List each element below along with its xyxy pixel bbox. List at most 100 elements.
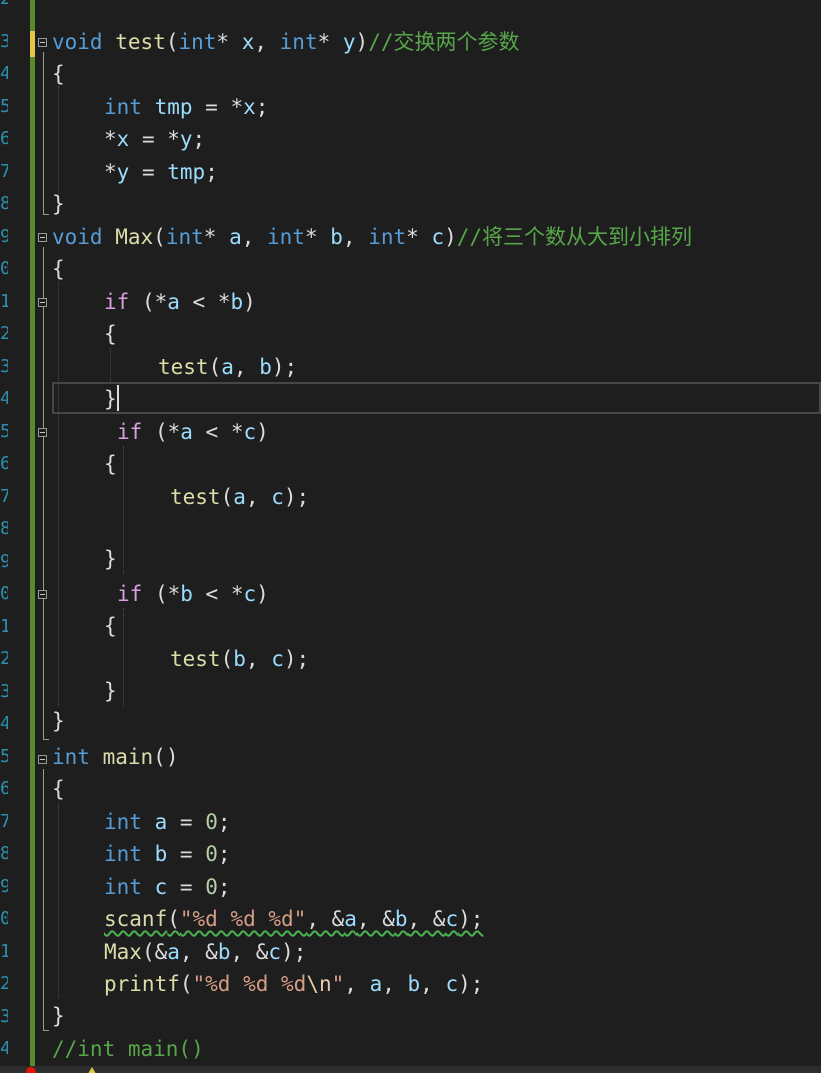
code-line-22[interactable]: test(b, c); <box>170 645 309 673</box>
code-line-15[interactable]: if (*a < *c) <box>117 418 269 446</box>
code-token: * <box>304 225 331 249</box>
fold-collapse-icon[interactable] <box>38 233 47 242</box>
code-token: , <box>420 972 446 996</box>
code-line-26[interactable]: { <box>52 775 65 803</box>
code-token: c <box>445 907 459 931</box>
code-line-9[interactable]: void Max(int* a, int* b, int* c)//将三个数从大… <box>52 223 692 251</box>
code-token: int <box>267 225 305 249</box>
code-token: , <box>233 355 260 379</box>
code-line-32[interactable]: printf("%d %d %d\n", a, b, c); <box>104 970 483 998</box>
warning-squiggle[interactable]: scanf("%d %d %d", &a, &b, &c); <box>104 907 483 931</box>
code-line-31[interactable]: Max(&a, &b, &c); <box>104 938 306 966</box>
code-token: , <box>344 972 370 996</box>
code-line-3[interactable]: void test(int* x, int* y)//交换两个参数 <box>52 28 520 56</box>
code-token: //交换两个参数 <box>368 30 520 54</box>
code-line-20[interactable]: if (*b < *c) <box>117 580 269 608</box>
code-token: a <box>180 420 193 444</box>
error-icon[interactable] <box>26 1067 36 1073</box>
code-token: { <box>52 777 65 801</box>
code-line-25[interactable]: int main() <box>52 743 178 771</box>
fold-collapse-icon[interactable] <box>38 428 47 437</box>
code-token: (* <box>142 582 181 606</box>
fold-collapse-icon[interactable] <box>38 590 47 599</box>
code-token: * <box>317 30 343 54</box>
code-line-24[interactable]: } <box>52 707 65 735</box>
code-token: b <box>217 940 231 964</box>
code-token: * <box>104 127 117 151</box>
code-line-33[interactable]: } <box>52 1002 65 1030</box>
code-line-34[interactable]: //int main() <box>52 1035 204 1063</box>
fold-collapse-icon[interactable] <box>38 755 47 764</box>
code-line-16[interactable]: { <box>104 450 117 478</box>
code-token: c <box>243 420 257 444</box>
code-line-21[interactable]: { <box>104 612 117 640</box>
fold-collapse-icon[interactable] <box>38 38 47 47</box>
code-line-6[interactable]: *x = *y; <box>104 125 205 153</box>
code-line-27[interactable]: int a = 0; <box>104 808 231 836</box>
code-token: { <box>52 62 65 86</box>
code-line-5[interactable]: int tmp = *x; <box>104 93 268 121</box>
code-token: "%d %d %d <box>192 972 307 996</box>
code-token: < * <box>192 582 244 606</box>
code-line-23[interactable]: } <box>104 677 117 705</box>
code-line-14[interactable]: } <box>104 385 117 413</box>
code-line-13[interactable]: test(a, b); <box>158 353 297 381</box>
code-token: 0 <box>205 875 218 899</box>
indent-guide <box>58 282 59 707</box>
code-line-30[interactable]: scanf("%d %d %d", &a, &b, &c); <box>104 905 483 933</box>
code-token: c <box>243 582 257 606</box>
fold-region-line <box>43 52 44 214</box>
code-token: ( <box>179 972 193 996</box>
code-token: b <box>180 582 193 606</box>
code-editor[interactable]: 2 3 4 5 6 7 8 9 0 1 2 3 4 5 6 7 8 9 0 1 … <box>0 0 821 1073</box>
code-token: ; <box>217 842 231 866</box>
code-token: , <box>245 485 272 509</box>
line-number: 2 <box>0 0 8 10</box>
code-token: 0 <box>205 842 218 866</box>
code-line-29[interactable]: int c = 0; <box>104 873 231 901</box>
code-token: int <box>368 225 407 249</box>
code-token: Max <box>104 940 142 964</box>
error-list-bar[interactable] <box>0 1066 821 1073</box>
code-token: c <box>271 485 284 509</box>
fold-collapse-icon[interactable] <box>38 298 47 307</box>
code-token: a <box>369 972 383 996</box>
line-number: 0 <box>0 258 8 279</box>
line-number: 4 <box>0 388 8 409</box>
indent-guide <box>123 446 124 574</box>
line-number-gutter: 2 3 4 5 6 7 8 9 0 1 2 3 4 5 6 7 8 9 0 1 … <box>0 0 30 1066</box>
code-token: = <box>167 810 206 834</box>
code-token: x <box>241 30 255 54</box>
code-token: } <box>52 709 65 733</box>
code-token: < * <box>179 290 231 314</box>
code-token: c <box>271 647 284 671</box>
code-token: } <box>104 547 117 571</box>
code-line-7[interactable]: *y = tmp; <box>104 158 218 186</box>
line-number: 5 <box>0 421 8 442</box>
code-line-28[interactable]: int b = 0; <box>104 840 231 868</box>
code-token: a <box>154 810 168 834</box>
code-line-19[interactable]: } <box>104 545 117 573</box>
code-token: , & <box>407 907 446 931</box>
line-number: 3 <box>0 681 8 702</box>
code-line-4[interactable]: { <box>52 60 65 88</box>
warning-icon[interactable] <box>86 1067 98 1073</box>
code-token: ; <box>192 127 206 151</box>
code-line-12[interactable]: { <box>104 320 117 348</box>
code-line-11[interactable]: if (*a < *b) <box>104 288 256 316</box>
code-token: (* <box>129 290 168 314</box>
code-token: int <box>104 842 142 866</box>
line-number: 8 <box>0 193 8 214</box>
code-token: ; <box>255 95 269 119</box>
code-token: (* <box>142 420 181 444</box>
code-token: ); <box>458 907 484 931</box>
code-token: //将三个数从大到小排列 <box>456 225 693 249</box>
code-line-8[interactable]: } <box>52 190 65 218</box>
code-line-17[interactable]: test(a, c); <box>170 483 309 511</box>
line-number: 0 <box>0 908 8 929</box>
code-line-10[interactable]: { <box>52 255 65 283</box>
code-token: ; <box>217 875 231 899</box>
code-token: , & <box>230 940 269 964</box>
